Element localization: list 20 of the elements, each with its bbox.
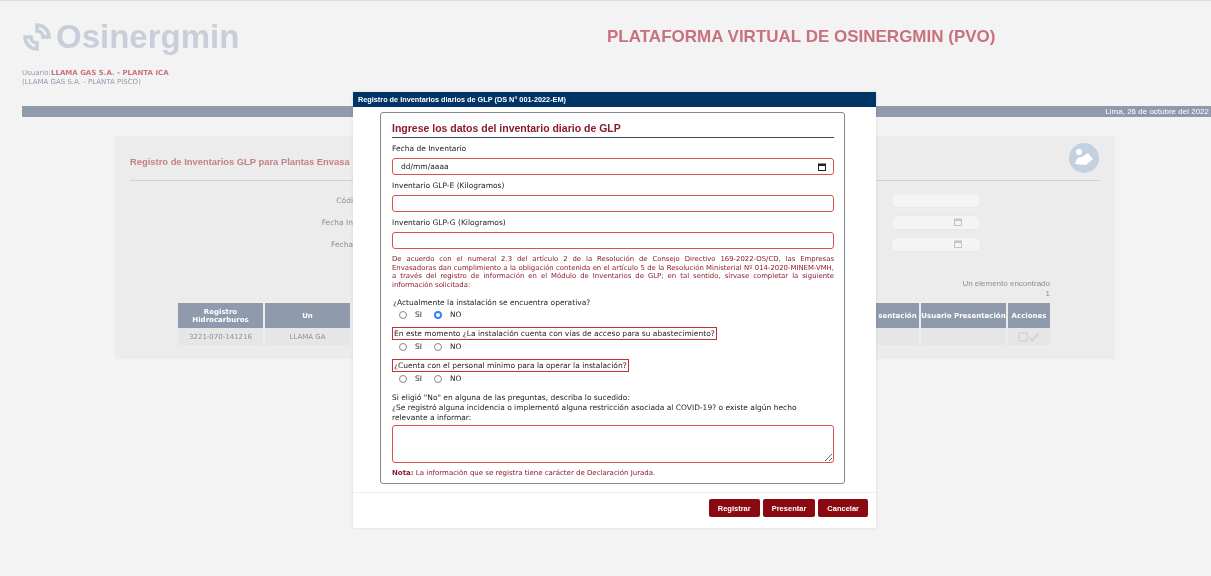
description-field[interactable] <box>392 425 834 464</box>
radio-button[interactable] <box>399 374 407 383</box>
radio-button[interactable] <box>434 374 442 383</box>
radio-button[interactable] <box>399 310 407 319</box>
radio-button[interactable] <box>434 310 442 319</box>
radio-button[interactable] <box>434 342 442 351</box>
input-field[interactable] <box>392 195 834 212</box>
date-text: Lima, 26 de octubre del 2022 <box>1105 107 1210 116</box>
table-cell <box>876 328 921 345</box>
page-title: PLATAFORMA VIRTUAL DE OSINERGMIN (PVO) <box>607 27 996 47</box>
page-number: 1 <box>1045 289 1050 299</box>
help-icon[interactable] <box>1068 142 1100 174</box>
input-field[interactable] <box>392 232 834 249</box>
card-title: Registro de Inventarios GLP para Plantas Envasa <box>130 154 350 167</box>
form-heading: Ingrese los datos del inventario diario de GLP <box>392 122 834 138</box>
check-icon[interactable] <box>1028 331 1040 342</box>
radio-button[interactable] <box>399 342 407 351</box>
logo-icon <box>22 22 52 52</box>
result-count: Un elemento encontrado <box>962 279 1050 289</box>
calendar-icon[interactable] <box>818 162 826 171</box>
